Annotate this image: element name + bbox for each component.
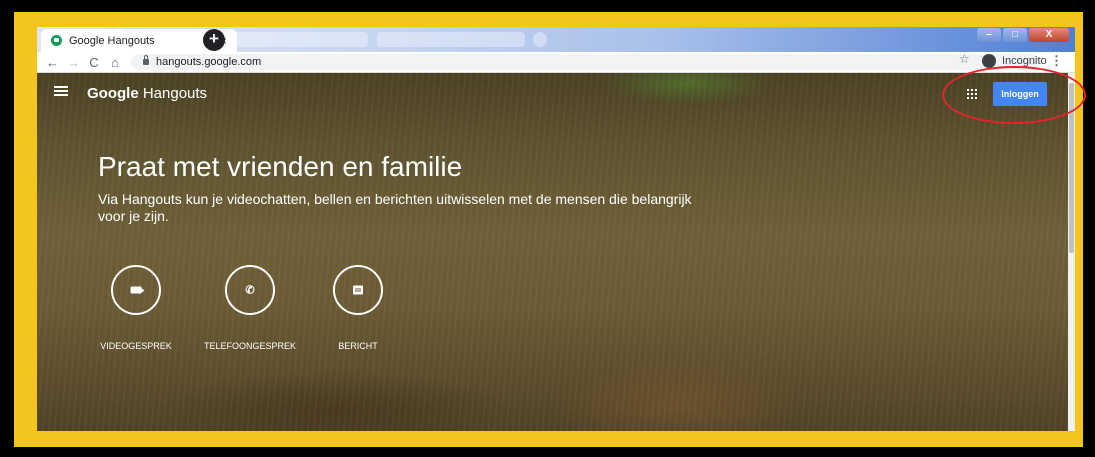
brand-logo[interactable]: Google Hangouts	[87, 85, 207, 102]
lock-icon[interactable]	[143, 55, 149, 65]
browser-toolbar: ← → C ⌂ hangouts.google.com ☆ Incognito …	[37, 52, 1075, 73]
message-button[interactable]	[333, 265, 383, 315]
message-label: BERICHT	[338, 341, 378, 351]
video-call-button[interactable]	[111, 265, 161, 315]
phone-icon: ✆	[245, 284, 255, 297]
frame-border	[0, 447, 1095, 457]
video-call-label: VIDEOGESPREK	[100, 341, 172, 351]
red-highlight-circle	[942, 66, 1086, 124]
frame-border	[0, 0, 14, 457]
video-call-action[interactable]: VIDEOGESPREK	[81, 265, 191, 351]
grass-texture	[37, 73, 1068, 431]
browser-window: Google Hangouts × + – □ X ← → C ⌂ hangou…	[37, 27, 1075, 431]
back-arrow-icon[interactable]: ←	[46, 55, 59, 70]
hero-title: Praat met vrienden en familie	[98, 151, 463, 182]
page-scrollbar[interactable]	[1068, 73, 1075, 431]
brand-google: Google	[87, 85, 139, 102]
new-tab-button[interactable]: +	[203, 29, 225, 51]
tab-blurred-add-icon[interactable]	[533, 32, 547, 47]
home-icon[interactable]: ⌂	[109, 55, 121, 70]
bookmark-star-icon[interactable]: ☆	[959, 52, 970, 66]
phone-call-action[interactable]: ✆ TELEFOONGESPREK	[195, 265, 305, 351]
hangouts-favicon-icon	[51, 35, 62, 46]
phone-call-button[interactable]: ✆	[225, 265, 275, 315]
phone-call-label: TELEFOONGESPREK	[203, 341, 297, 351]
page: Google Hangouts × + – □ X ← → C ⌂ hangou…	[0, 0, 1095, 457]
hero-subtitle: Via Hangouts kun je videochatten, bellen…	[98, 191, 692, 224]
video-icon	[130, 286, 145, 294]
reload-icon[interactable]: C	[88, 55, 100, 70]
message-icon	[353, 285, 363, 295]
tab-blurred[interactable]	[377, 32, 525, 47]
maximize-button[interactable]: □	[1003, 28, 1027, 42]
minimize-button[interactable]: –	[977, 28, 1001, 42]
tab-title: Google Hangouts	[69, 34, 155, 47]
forward-arrow-icon[interactable]: →	[67, 55, 80, 70]
tab-strip: Google Hangouts × + – □ X	[37, 27, 1075, 52]
hero-background: Google Hangouts Inloggen Praat met vrien…	[37, 73, 1068, 431]
frame-border	[1083, 0, 1095, 457]
brand-product: Hangouts	[142, 85, 208, 102]
close-window-button[interactable]: X	[1029, 28, 1069, 42]
url-text: hangouts.google.com	[156, 56, 262, 68]
window-controls: – □ X	[977, 28, 1069, 42]
incognito-icon	[982, 54, 996, 68]
message-action[interactable]: BERICHT	[303, 265, 413, 351]
frame-border	[0, 0, 1095, 12]
browser-menu-icon[interactable]: ⋮	[1050, 53, 1063, 69]
hamburger-menu-icon[interactable]	[54, 86, 68, 96]
tab-blurred[interactable]	[233, 32, 368, 47]
address-bar[interactable]: hangouts.google.com	[131, 54, 1039, 70]
